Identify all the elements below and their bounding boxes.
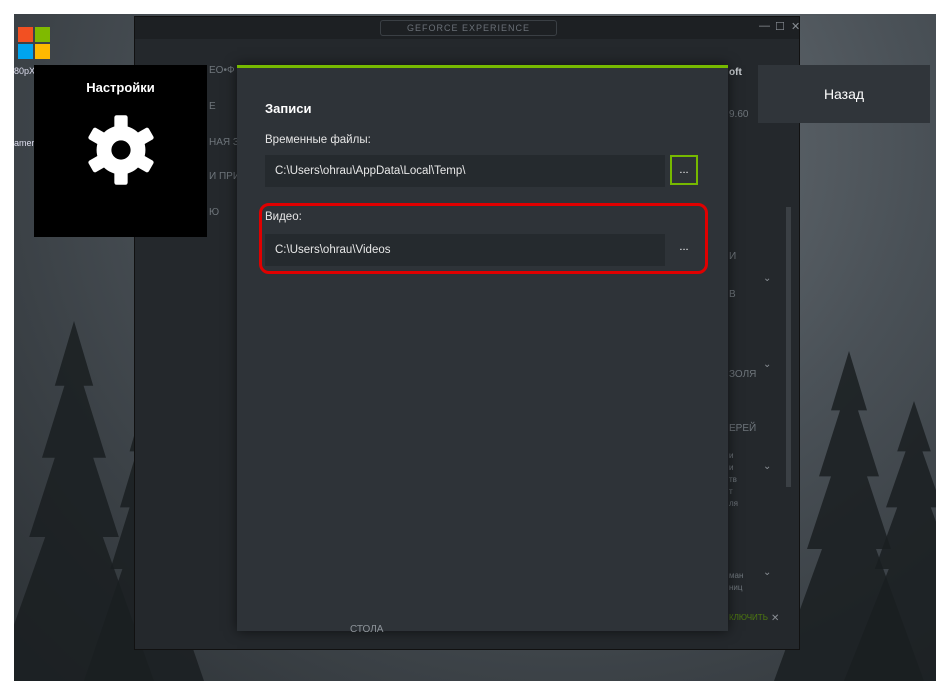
bg-text: И (729, 251, 737, 262)
recordings-settings-dialog: Записи Временные файлы: C:\Users\ohrau\A… (237, 65, 728, 631)
bg-text: тв (729, 475, 737, 484)
temp-files-browse-button[interactable]: ... (670, 155, 698, 185)
bg-bottom-text: СТОЛА (350, 624, 384, 635)
bg-text: ЕРЕЙ (729, 423, 757, 434)
app-titlebar: GEFORCE EXPERIENCE — ☐ ✕ (135, 17, 800, 39)
back-button[interactable]: Назад (758, 65, 930, 123)
bg-text: oft (729, 67, 742, 78)
bg-menu-text: Ю (209, 207, 220, 218)
gear-icon (88, 115, 154, 185)
bg-text: В (729, 289, 736, 300)
chevron-down-icon: ⌄ (763, 273, 772, 284)
bg-text: и (729, 451, 734, 460)
desktop-label: 80pX (14, 66, 36, 76)
bg-menu-text: ЕО•Ф (209, 65, 235, 76)
scrollbar[interactable] (786, 207, 791, 487)
minimize-button[interactable]: — (759, 20, 770, 32)
section-title: Записи (265, 101, 312, 116)
bg-text: и (729, 463, 734, 472)
bg-menu-text: Е (209, 101, 216, 112)
chevron-down-icon: ⌄ (763, 461, 772, 472)
bg-menu-text: И ПРИ (209, 171, 241, 182)
highlight-annotation (259, 203, 708, 274)
bg-text: ниц (729, 583, 743, 592)
bg-text: ЗОЛЯ (729, 369, 757, 380)
close-icon: ✕ (771, 613, 780, 624)
temp-files-path-field[interactable]: C:\Users\ohrau\AppData\Local\Temp\ (265, 155, 665, 187)
settings-title: Настройки (86, 80, 155, 95)
app-title: GEFORCE EXPERIENCE (380, 20, 557, 36)
close-button[interactable]: ✕ (791, 20, 800, 33)
bg-disable-link: КЛЮЧИТЬ (729, 613, 768, 622)
windows-logo-icon[interactable] (18, 27, 50, 59)
settings-tile: Настройки (34, 65, 207, 237)
bg-text: 9.60 (729, 109, 749, 120)
temp-files-label: Временные файлы: (265, 134, 371, 146)
chevron-down-icon: ⌄ (763, 359, 772, 370)
bg-text: т (729, 487, 733, 496)
maximize-button[interactable]: ☐ (775, 20, 785, 33)
bg-text: ля (729, 499, 738, 508)
bg-text: ман (729, 571, 744, 580)
chevron-down-icon: ⌄ (763, 567, 772, 578)
desktop-label: amer (14, 138, 35, 148)
